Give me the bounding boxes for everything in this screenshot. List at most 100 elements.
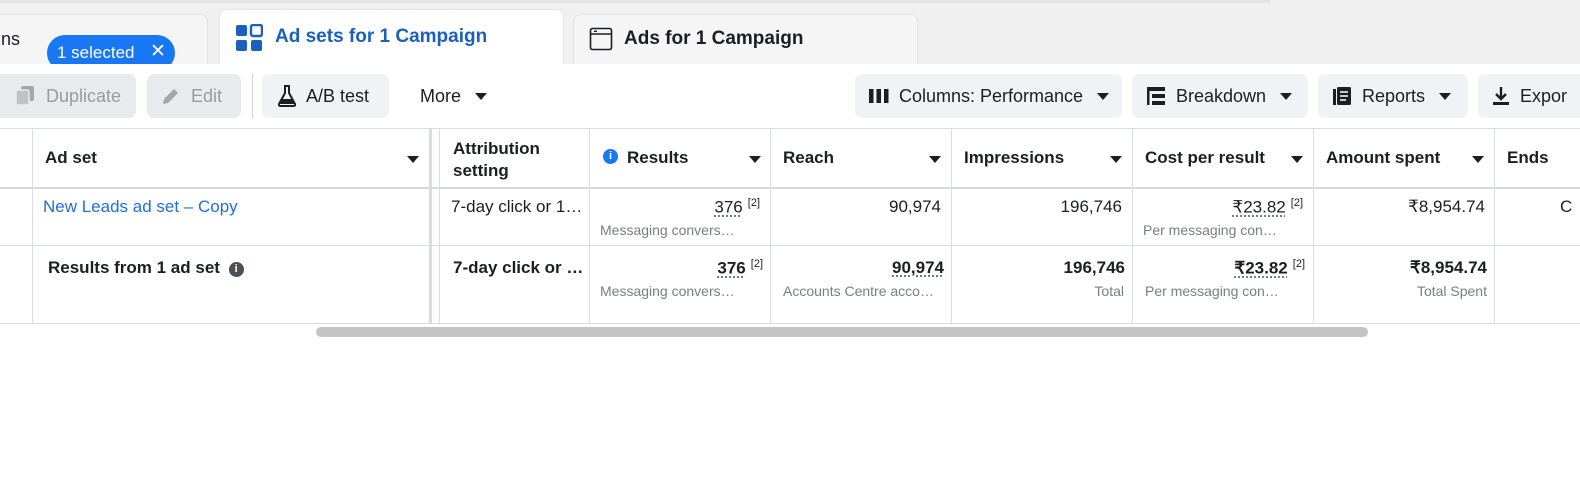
tab-ads-label: Ads for 1 Campaign	[624, 28, 804, 49]
header-attribution-line2: setting	[453, 161, 509, 180]
header-impressions[interactable]: Impressions	[964, 148, 1124, 168]
summary-impressions: 196,746	[1063, 258, 1125, 277]
sort-down-icon[interactable]	[749, 156, 761, 163]
row-impressions: 196,746	[1060, 197, 1122, 216]
flask-icon	[278, 85, 296, 107]
summary-spent: ₹8,954.74	[1410, 258, 1487, 277]
edit-button[interactable]: Edit	[147, 74, 241, 118]
header-cost-label: Cost per result	[1145, 148, 1265, 167]
header-impressions-label: Impressions	[964, 148, 1065, 167]
summary-attribution: 7-day click or …	[453, 258, 584, 277]
summary-results[interactable]: 376 [2]	[600, 258, 763, 279]
breakdown-icon	[1146, 86, 1166, 106]
row-checkbox-edge[interactable]: )	[0, 207, 1, 224]
summary-cost[interactable]: ₹23.82 [2]	[1142, 258, 1305, 279]
row-cost-sub: Per messaging con…	[1143, 222, 1277, 238]
export-label: Expor	[1520, 85, 1568, 106]
clear-selection-icon[interactable]: ✕	[150, 42, 166, 62]
ad-frame-icon	[589, 27, 613, 56]
header-reach[interactable]: Reach	[783, 148, 943, 168]
header-amount-spent[interactable]: Amount spent	[1326, 148, 1486, 168]
row-results-ref: [2]	[747, 197, 760, 209]
selected-count: 1 selected	[57, 43, 135, 62]
pencil-icon	[161, 86, 181, 106]
header-ends[interactable]: Ends	[1507, 148, 1549, 168]
header-adset[interactable]: Ad set	[45, 148, 420, 168]
tab-ads[interactable]: Ads for 1 Campaign	[573, 14, 918, 64]
toolbar: Duplicate Edit A/B test More Columns: Pe…	[0, 64, 1580, 128]
info-icon[interactable]: i	[228, 262, 244, 277]
row-cost[interactable]: ₹23.82 [2]	[1142, 197, 1303, 218]
export-button[interactable]: Expor	[1478, 74, 1580, 118]
tab-campaigns-label: ns	[1, 29, 21, 49]
header-reach-label: Reach	[783, 148, 835, 167]
duplicate-button[interactable]: Duplicate	[0, 74, 136, 118]
breakdown-button[interactable]: Breakdown	[1132, 74, 1308, 118]
row-ends: C	[1560, 197, 1573, 216]
col-divider	[951, 128, 952, 324]
duplicate-icon	[14, 85, 36, 107]
ab-test-label: A/B test	[306, 85, 370, 106]
tab-adsets[interactable]: Ad sets for 1 Campaign	[219, 9, 564, 64]
table-border-top	[0, 128, 1580, 129]
header-spent-label: Amount spent	[1326, 148, 1441, 167]
edit-label: Edit	[191, 85, 223, 106]
row-cost-ref: [2]	[1290, 197, 1303, 209]
sort-down-icon[interactable]	[407, 156, 419, 163]
reports-label: Reports	[1362, 85, 1426, 106]
col-divider	[439, 128, 440, 324]
more-label: More	[420, 85, 462, 106]
header-ends-label: Ends	[1507, 148, 1549, 167]
sort-down-icon[interactable]	[1472, 156, 1484, 163]
chevron-down-icon	[1280, 92, 1293, 100]
summary-cost-ref: [2]	[1292, 258, 1305, 270]
row-divider	[0, 245, 1580, 246]
reports-button[interactable]: Reports	[1318, 74, 1468, 118]
ab-test-button[interactable]: A/B test	[262, 74, 389, 118]
col-divider	[1313, 128, 1314, 324]
download-icon	[1492, 86, 1510, 106]
summary-label: Results from 1 ad set i	[48, 258, 244, 278]
tab-bar: ns 1 selected ✕ Ad sets for 1 Campaign A…	[0, 0, 1580, 71]
header-cost-per-result[interactable]: Cost per result	[1145, 148, 1305, 168]
chevron-down-icon	[1097, 92, 1110, 100]
summary-results-value: 376	[717, 258, 746, 278]
row-attribution: 7-day click or 1…	[451, 197, 583, 216]
header-results-label: Results	[627, 148, 689, 167]
row-results[interactable]: 376 [2]	[600, 197, 760, 218]
row-results-sub: Messaging convers…	[600, 222, 735, 238]
summary-reach[interactable]: 90,974	[780, 258, 944, 278]
columns-icon	[869, 88, 889, 104]
header-attribution[interactable]: Attribution setting	[453, 138, 540, 182]
sort-down-icon[interactable]	[929, 156, 941, 163]
horizontal-scrollbar[interactable]	[316, 327, 1368, 337]
reports-icon	[1332, 86, 1352, 106]
summary-results-sub: Messaging convers…	[600, 283, 735, 299]
top-divider	[0, 0, 1270, 3]
summary-impressions-sub: Total	[1094, 283, 1124, 299]
header-attribution-line1: Attribution	[453, 139, 540, 158]
toolbar-divider	[252, 74, 253, 118]
row-results-value: 376	[714, 197, 743, 217]
sort-down-icon[interactable]	[1291, 156, 1303, 163]
more-button[interactable]: More	[400, 74, 500, 118]
sort-down-icon[interactable]	[1110, 156, 1122, 163]
duplicate-label: Duplicate	[46, 85, 122, 106]
col-divider	[589, 128, 590, 324]
frozen-col-divider[interactable]	[429, 128, 432, 324]
col-divider	[770, 128, 771, 324]
row-reach: 90,974	[889, 197, 941, 216]
chevron-down-icon	[1439, 92, 1452, 100]
adsets-table: Ad set Attribution setting i Results Rea…	[0, 128, 1580, 328]
col-divider	[1132, 128, 1133, 324]
summary-cost-sub: Per messaging con…	[1145, 283, 1279, 299]
tab-campaigns[interactable]: ns 1 selected ✕	[0, 14, 208, 71]
ads-manager: ns 1 selected ✕ Ad sets for 1 Campaign A…	[0, 0, 1580, 487]
columns-button[interactable]: Columns: Performance	[855, 74, 1122, 118]
row-spent: ₹8,954.74	[1408, 197, 1485, 216]
breakdown-label: Breakdown	[1176, 85, 1267, 106]
info-icon[interactable]: i	[603, 149, 618, 164]
summary-spent-sub: Total Spent	[1416, 283, 1487, 299]
adset-name-link[interactable]: New Leads ad set – Copy	[43, 197, 238, 217]
summary-divider	[0, 323, 1580, 324]
